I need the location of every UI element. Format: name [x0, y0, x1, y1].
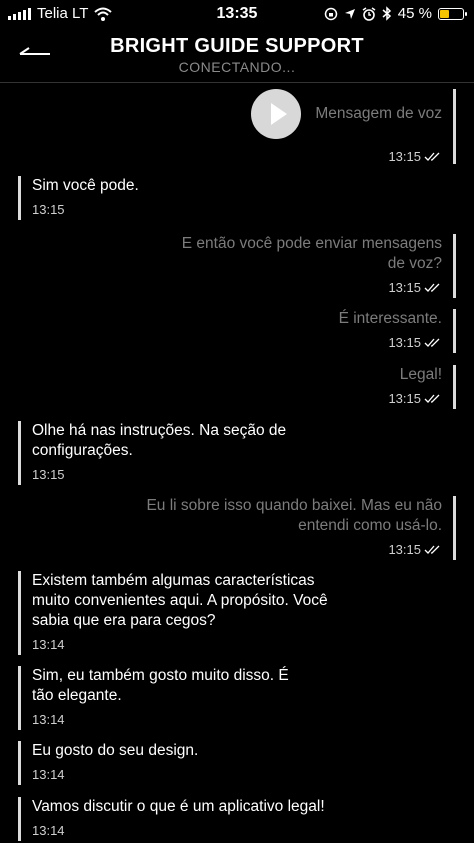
message-outgoing[interactable]: E então você pode enviar mensagens de vo…: [182, 234, 456, 298]
location-icon: [344, 8, 355, 19]
message-incoming[interactable]: Vamos discutir o que é um aplicativo leg…: [18, 797, 325, 841]
message-text-line: Eu li sobre isso quando baixei. Mas eu n…: [146, 497, 442, 514]
message-time: 13:14: [32, 637, 65, 652]
message-text-line: configurações.: [32, 442, 133, 459]
rotation-lock-icon: [324, 7, 338, 20]
message-time: 13:15: [182, 278, 442, 298]
battery-icon: [438, 7, 467, 20]
message-text-line: Sim, eu também gosto muito disso. É: [32, 667, 289, 684]
bluetooth-icon: [382, 6, 391, 21]
time-text: 13:15: [388, 391, 421, 406]
message-text-line: Existem também algumas características: [32, 572, 315, 589]
message-text-line: de voz?: [387, 255, 442, 272]
message-incoming[interactable]: Existem também algumas características m…: [18, 571, 328, 655]
battery-percent: 45 %: [397, 5, 432, 22]
play-button[interactable]: [251, 89, 302, 139]
message-incoming[interactable]: Sim, eu também gosto muito disso. É tão …: [18, 666, 289, 730]
message-time: 13:14: [32, 712, 65, 727]
chat-header: BRIGHT GUIDE SUPPORT CONECTANDO...: [0, 30, 474, 83]
message-text-line: Olhe há nas instruções. Na seção de: [32, 422, 287, 439]
double-check-icon: [424, 338, 440, 347]
time-text: 13:15: [388, 335, 421, 350]
status-right: 45 %: [324, 5, 467, 22]
message-text: Legal!: [399, 366, 442, 383]
message-text-line: tão elegante.: [32, 687, 122, 704]
message-text: Vamos discutir o que é um aplicativo leg…: [32, 798, 325, 815]
message-time: 13:14: [32, 767, 65, 782]
double-check-icon: [424, 545, 440, 554]
message-time: 13:15: [32, 467, 65, 482]
status-bar: Telia LT 13:35 45 %: [0, 0, 474, 28]
message-outgoing[interactable]: Eu li sobre isso quando baixei. Mas eu n…: [146, 496, 456, 560]
message-text: Sim você pode.: [32, 177, 139, 194]
message-text-line: entendi como usá-lo.: [298, 517, 442, 534]
double-check-icon: [424, 283, 440, 292]
message-list[interactable]: Mensagem de voz 13:15 Sim você pode. 13:…: [0, 84, 474, 843]
message-time: 13:15: [388, 389, 442, 409]
message-text-line: E então você pode enviar mensagens: [181, 235, 442, 252]
voice-message: Mensagem de voz: [251, 89, 442, 139]
message-outgoing[interactable]: É interessante. 13:15: [339, 309, 456, 353]
message-time: 13:15: [339, 333, 442, 353]
message-time: 13:14: [32, 823, 65, 838]
voice-message-label: Mensagem de voz: [315, 105, 442, 122]
message-time: 13:15: [146, 540, 442, 560]
message-incoming[interactable]: Olhe há nas instruções. Na seção de conf…: [18, 421, 286, 485]
time-text: 13:15: [388, 149, 421, 164]
message-time: 13:15: [32, 202, 65, 217]
double-check-icon: [424, 394, 440, 403]
time-text: 13:15: [388, 280, 421, 295]
message-text: É interessante.: [338, 310, 442, 327]
message-text-line: sabia que era para cegos?: [32, 612, 216, 629]
message-outgoing[interactable]: Legal! 13:15: [388, 365, 456, 409]
message-incoming[interactable]: Sim você pode. 13:15: [18, 176, 139, 220]
double-check-icon: [424, 152, 440, 161]
message-incoming[interactable]: Eu gosto do seu design. 13:14: [18, 741, 198, 785]
connection-status: CONECTANDO...: [178, 59, 296, 75]
message-text-line: muito convenientes aqui. A propósito. Vo…: [32, 592, 328, 609]
message-time: 13:15: [251, 147, 442, 167]
message-text: Eu gosto do seu design.: [32, 742, 199, 759]
alarm-icon: [362, 6, 376, 21]
chat-title: BRIGHT GUIDE SUPPORT: [110, 35, 364, 57]
message-voice-outgoing[interactable]: Mensagem de voz 13:15: [251, 89, 456, 164]
time-text: 13:15: [388, 542, 421, 557]
